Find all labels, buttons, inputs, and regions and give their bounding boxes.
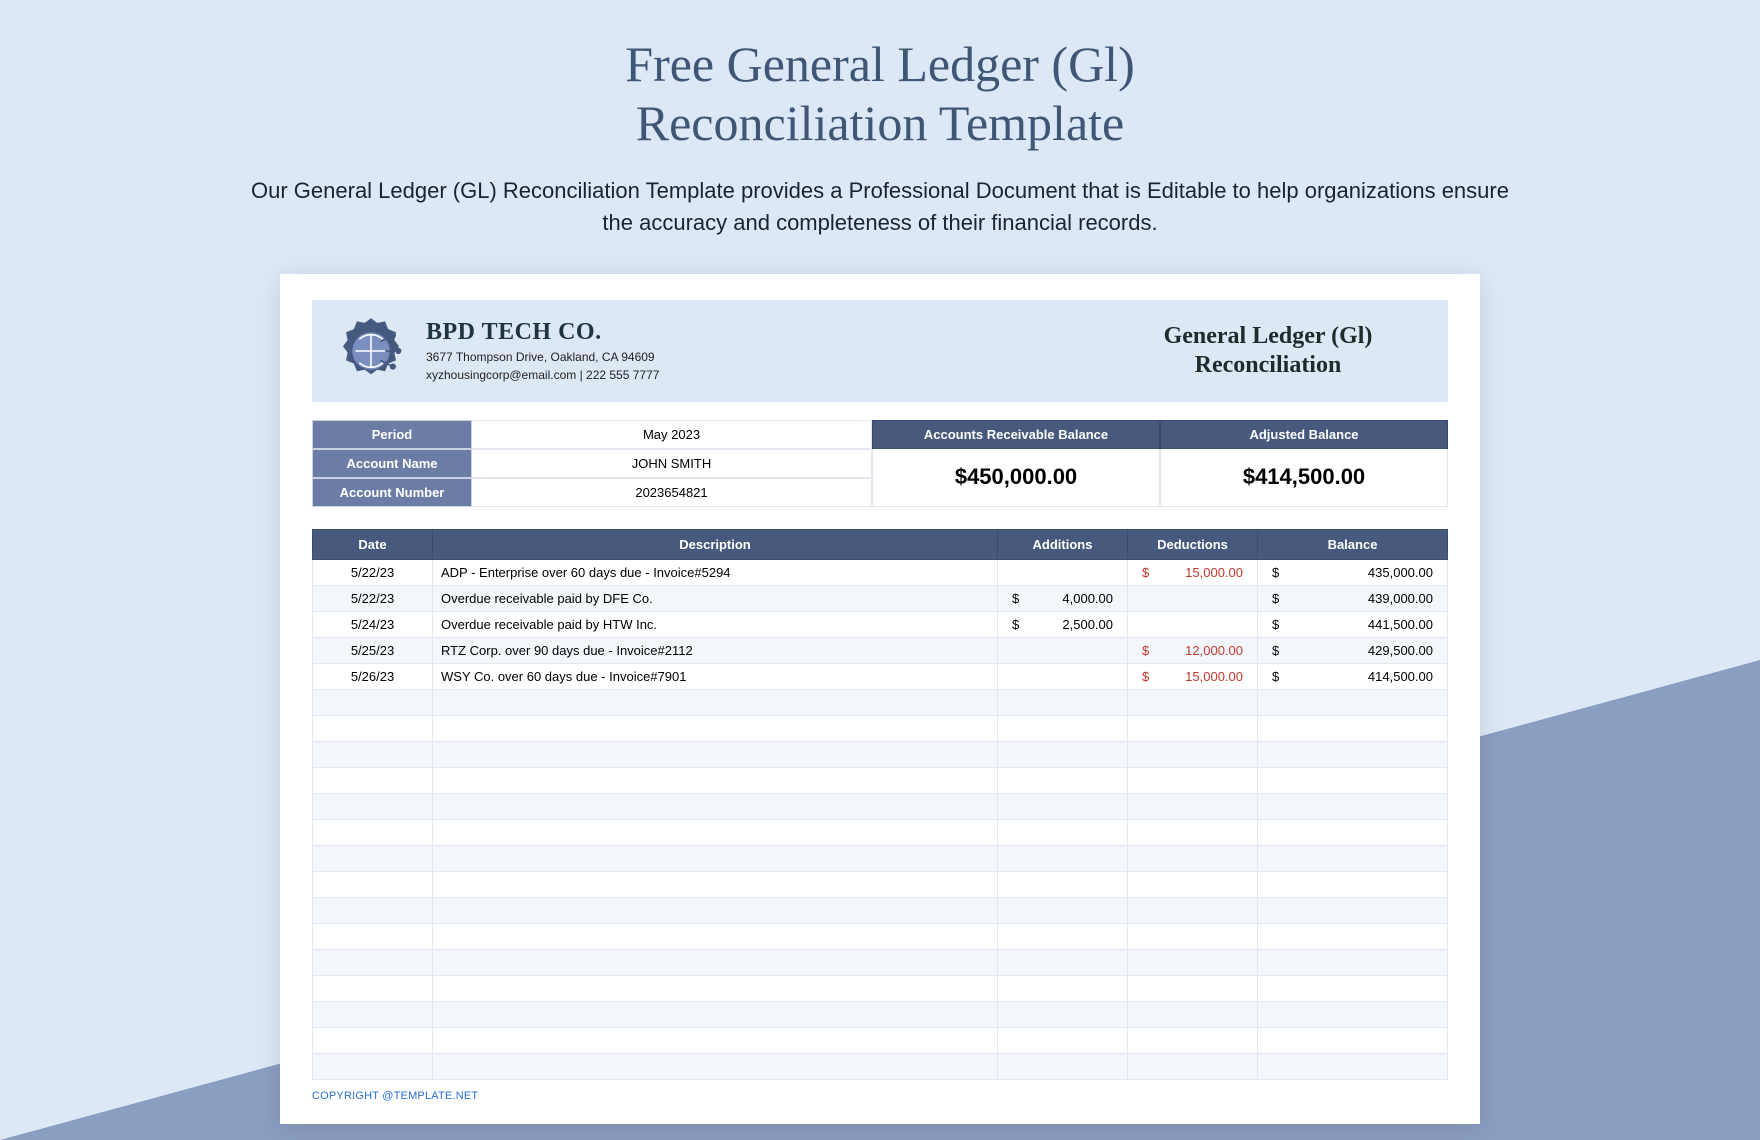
- summary-left: Period May 2023 Account Name JOHN SMITH …: [312, 420, 872, 507]
- cell-description: ADP - Enterprise over 60 days due - Invo…: [433, 559, 998, 585]
- cell-additions: $4,000.00: [998, 585, 1128, 611]
- cell-description: WSY Co. over 60 days due - Invoice#7901: [433, 663, 998, 689]
- ledger-title: General Ledger (Gl) Reconciliation: [1108, 322, 1428, 380]
- cell-deductions: $15,000.00: [1128, 559, 1258, 585]
- page-title-line2: Reconciliation Template: [636, 95, 1124, 151]
- cell-date: 5/22/23: [313, 559, 433, 585]
- cell-additions: [998, 663, 1128, 689]
- account-number-label: Account Number: [312, 478, 472, 507]
- account-name-label: Account Name: [312, 449, 472, 478]
- table-row-empty: [313, 923, 1448, 949]
- table-row-empty: [313, 845, 1448, 871]
- table-row-empty: [313, 689, 1448, 715]
- summary-section: Period May 2023 Account Name JOHN SMITH …: [312, 420, 1448, 507]
- table-header-row: Date Description Additions Deductions Ba…: [313, 529, 1448, 559]
- table-row: 5/24/23Overdue receivable paid by HTW In…: [313, 611, 1448, 637]
- cell-balance: $429,500.00: [1258, 637, 1448, 663]
- ledger-title-line1: General Ledger (Gl): [1164, 323, 1373, 349]
- table-row-empty: [313, 715, 1448, 741]
- cell-description: Overdue receivable paid by DFE Co.: [433, 585, 998, 611]
- adjusted-balance-label: Adjusted Balance: [1160, 420, 1448, 449]
- cell-balance: $439,000.00: [1258, 585, 1448, 611]
- header-description: Description: [433, 529, 998, 559]
- cell-description: RTZ Corp. over 90 days due - Invoice#211…: [433, 637, 998, 663]
- cell-date: 5/24/23: [313, 611, 433, 637]
- ar-balance-value: $450,000.00: [872, 449, 1160, 507]
- document-sheet: BPD TECH CO. 3677 Thompson Drive, Oaklan…: [280, 274, 1480, 1124]
- ledger-body: 5/22/23ADP - Enterprise over 60 days due…: [313, 559, 1448, 1079]
- company-contact: xyzhousingcorp@email.com | 222 555 7777: [426, 368, 1108, 382]
- company-info: BPD TECH CO. 3677 Thompson Drive, Oaklan…: [426, 319, 1108, 382]
- cell-description: Overdue receivable paid by HTW Inc.: [433, 611, 998, 637]
- table-row-empty: [313, 767, 1448, 793]
- table-row-empty: [313, 1053, 1448, 1079]
- table-row: 5/22/23Overdue receivable paid by DFE Co…: [313, 585, 1448, 611]
- page-subtitle: Our General Ledger (GL) Reconciliation T…: [240, 175, 1520, 239]
- table-row-empty: [313, 949, 1448, 975]
- header-additions: Additions: [998, 529, 1128, 559]
- company-logo-icon: [332, 312, 410, 390]
- table-row-empty: [313, 819, 1448, 845]
- ledger-table: Date Description Additions Deductions Ba…: [312, 529, 1448, 1080]
- table-row-empty: [313, 897, 1448, 923]
- company-name: BPD TECH CO.: [426, 319, 1108, 346]
- cell-additions: [998, 559, 1128, 585]
- table-row-empty: [313, 871, 1448, 897]
- cell-deductions: $12,000.00: [1128, 637, 1258, 663]
- cell-date: 5/26/23: [313, 663, 433, 689]
- cell-balance: $441,500.00: [1258, 611, 1448, 637]
- summary-right: Accounts Receivable Balance $450,000.00 …: [872, 420, 1448, 507]
- page-title-line1: Free General Ledger (Gl): [625, 36, 1134, 92]
- account-name-value: JOHN SMITH: [472, 449, 872, 478]
- cell-deductions: [1128, 611, 1258, 637]
- cell-additions: [998, 637, 1128, 663]
- table-row: 5/22/23ADP - Enterprise over 60 days due…: [313, 559, 1448, 585]
- letterhead: BPD TECH CO. 3677 Thompson Drive, Oaklan…: [312, 300, 1448, 402]
- period-label: Period: [312, 420, 472, 449]
- table-row-empty: [313, 1001, 1448, 1027]
- account-number-value: 2023654821: [472, 478, 872, 507]
- header-balance: Balance: [1258, 529, 1448, 559]
- table-row-empty: [313, 793, 1448, 819]
- adjusted-balance-column: Adjusted Balance $414,500.00: [1160, 420, 1448, 507]
- table-row: 5/26/23WSY Co. over 60 days due - Invoic…: [313, 663, 1448, 689]
- adjusted-balance-value: $414,500.00: [1160, 449, 1448, 507]
- table-row: 5/25/23RTZ Corp. over 90 days due - Invo…: [313, 637, 1448, 663]
- page-title: Free General Ledger (Gl) Reconciliation …: [0, 0, 1760, 153]
- cell-additions: $2,500.00: [998, 611, 1128, 637]
- cell-deductions: $15,000.00: [1128, 663, 1258, 689]
- header-date: Date: [313, 529, 433, 559]
- cell-balance: $435,000.00: [1258, 559, 1448, 585]
- cell-date: 5/22/23: [313, 585, 433, 611]
- ar-balance-column: Accounts Receivable Balance $450,000.00: [872, 420, 1160, 507]
- cell-date: 5/25/23: [313, 637, 433, 663]
- period-value: May 2023: [472, 420, 872, 449]
- header-deductions: Deductions: [1128, 529, 1258, 559]
- ledger-title-line2: Reconciliation: [1195, 352, 1342, 378]
- copyright-text: COPYRIGHT @TEMPLATE.NET: [312, 1090, 1448, 1102]
- ar-balance-label: Accounts Receivable Balance: [872, 420, 1160, 449]
- table-row-empty: [313, 741, 1448, 767]
- cell-balance: $414,500.00: [1258, 663, 1448, 689]
- table-row-empty: [313, 975, 1448, 1001]
- table-row-empty: [313, 1027, 1448, 1053]
- cell-deductions: [1128, 585, 1258, 611]
- company-address: 3677 Thompson Drive, Oakland, CA 94609: [426, 350, 1108, 364]
